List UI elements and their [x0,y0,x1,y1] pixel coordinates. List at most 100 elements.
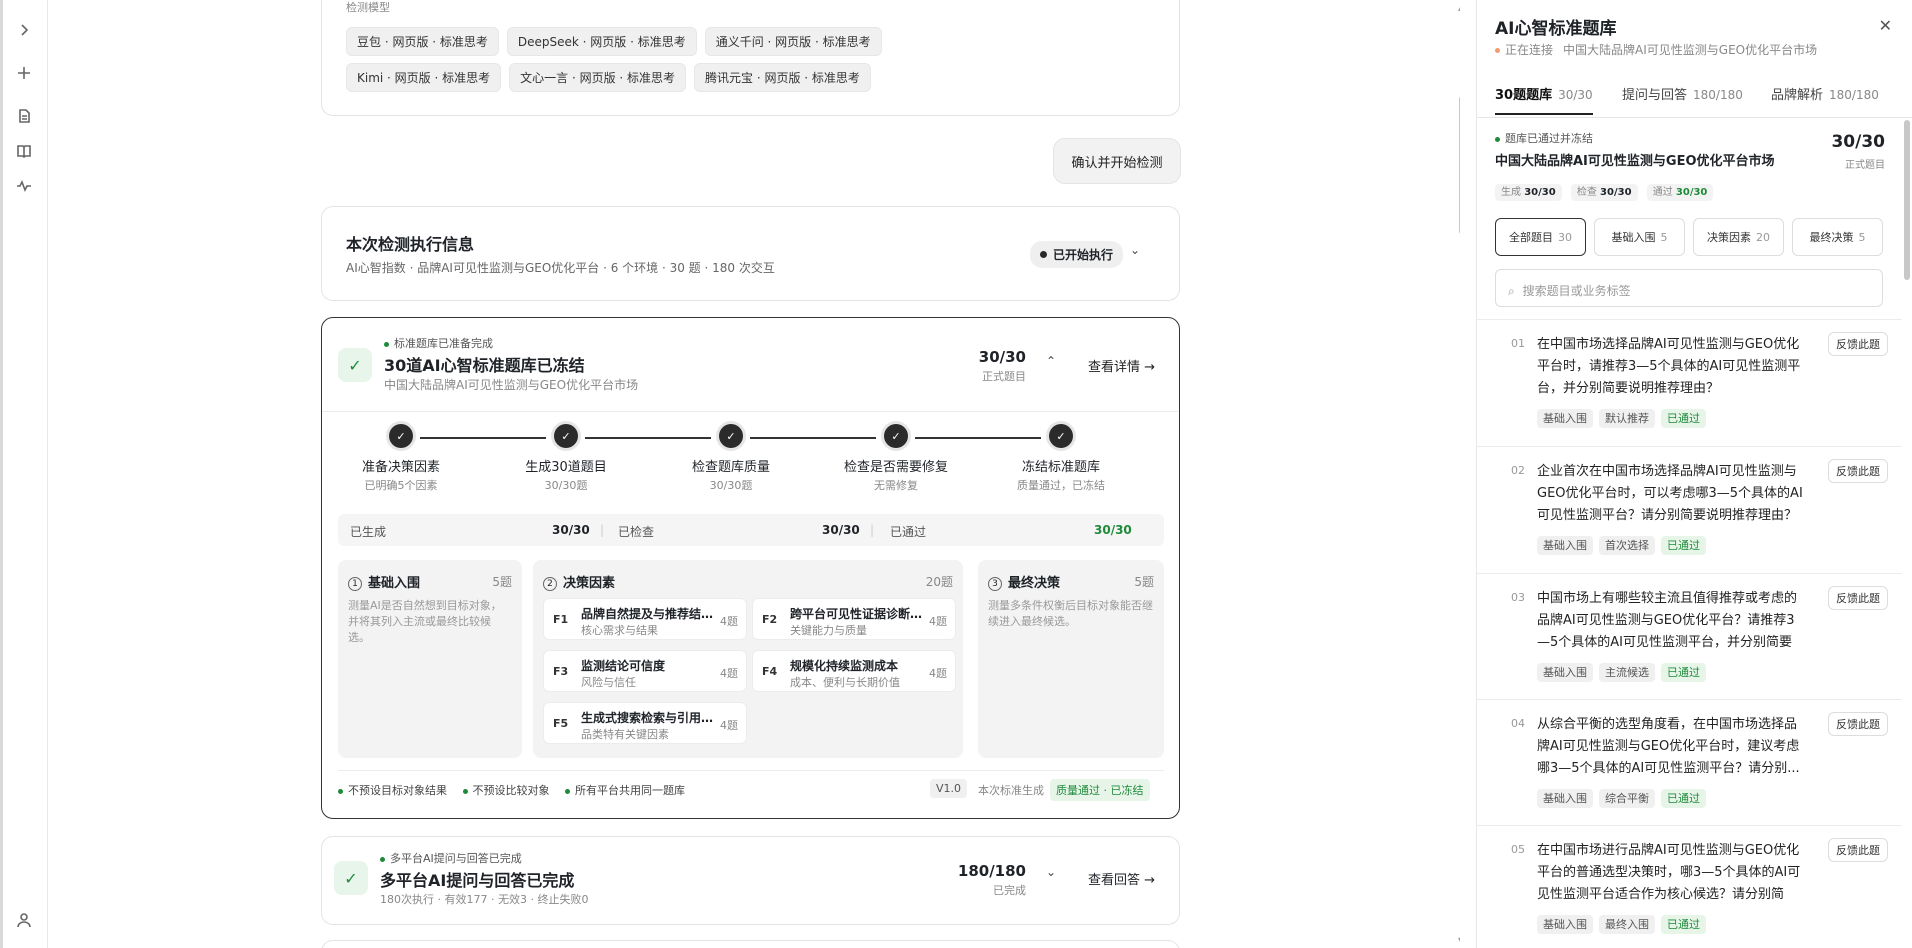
panel-desc: 测量多条件权衡后目标对象能否继续进入最终候选。 [988,599,1153,628]
close-icon[interactable]: ✕ [1879,16,1892,35]
feedback-button[interactable]: 反馈此题 [1828,712,1888,736]
step-sub: 质量通过，已冻结 [1017,479,1105,492]
search-icon: ⌕ [1508,284,1515,298]
model-card: 检测模型 豆包 · 网页版 · 标准思考 DeepSeek · 网页版 · 标准思… [321,0,1180,116]
panel-count: 20题 [925,575,953,589]
factor-f3[interactable]: F3 监测结论可信度 风险与信任 4题 [543,650,747,692]
question-tags: 基础入围 综合平衡 已通过 [1537,789,1712,808]
bank-title: 30道AI心智标准题库已冻结 [384,356,585,375]
step-check-icon: ✓ [389,424,413,448]
tab-question-bank[interactable]: 30题题库 30/30 [1495,84,1593,115]
step-prepare-factors: ✓ 准备决策因素 已明确5个因素 [326,424,476,493]
footer-note: 所有平台共用同一题库 [565,784,685,797]
book-icon[interactable] [14,141,34,161]
panel-decision-factors: 2 决策因素 20题 F1 品牌自然提及与推荐结… 核心需求与结果 4题 F2 跨平台可见… [533,560,963,758]
factor-f1[interactable]: F1 品牌自然提及与推荐结… 核心需求与结果 4题 [543,598,747,640]
question-text: 在中国市场选择品牌AI可见性监测与GEO优化平台时，请推荐3—5个具体的AI可见… [1537,337,1801,396]
factor-f2[interactable]: F2 跨平台可见性证据诊断… 关键能力与质量 4题 [752,598,956,640]
feedback-button[interactable]: 反馈此题 [1828,586,1888,610]
stat-label: 已检查 [618,525,655,539]
factor-f4[interactable]: F4 规模化持续监测成本 成本、便利与长期价值 4题 [752,650,956,692]
model-chip[interactable]: 腾讯元宝 · 网页版 · 标准思考 [694,63,871,92]
feedback-button[interactable]: 反馈此题 [1828,332,1888,356]
feedback-button[interactable]: 反馈此题 [1828,838,1888,862]
chevron-down-icon[interactable]: ⌄ [1130,243,1140,257]
summary-count-label: 正式题目 [1845,160,1885,171]
next-card [321,940,1180,948]
qa-count: 180/180 [957,862,1026,880]
chevron-down-icon[interactable]: ⌄ [1046,865,1056,879]
view-details-link[interactable]: 查看详情 → [1088,356,1155,375]
bank-status: 标准题库已准备完成 [384,335,493,351]
panel-desc: 测量AI是否自然想到目标对象，并将其列入主流或最终比较候选。 [348,599,502,644]
running-status-text: 已开始执行 [1053,248,1114,262]
scroll-up-arrow[interactable]: ▲ [1458,3,1460,12]
question-number: 02 [1511,464,1525,477]
panel-scrollbar-thumb[interactable] [1904,120,1910,280]
question-item: 01 在中国市场选择品牌AI可见性监测与GEO优化平台时，请推荐3—5个具体的A… [1477,320,1902,447]
exec-subtitle: AI心智指数 · 品牌AI可见性监测与GEO优化平台 · 6 个环境 · 30 … [346,261,775,275]
panel-title: 1 基础入围 [348,572,420,591]
factor-f5[interactable]: F5 生成式搜索检索与引用… 品类特有关键因素 4题 [543,702,747,744]
scroll-down-arrow[interactable]: ▼ [1458,936,1460,945]
step-title: 检查是否需要修复 [843,460,948,475]
step-check-repair: ✓ 检查是否需要修复 无需修复 [821,424,971,493]
tab-brand-analysis[interactable]: 品牌解析 180/180 [1771,84,1879,113]
step-check-icon: ✓ [884,424,908,448]
generation-label: 本次标准生成 [978,784,1044,797]
view-answers-link[interactable]: 查看回答 → [1088,869,1155,888]
summary-metrics: 生成 30/30 检查 30/30 通过 30/30 [1495,183,1885,201]
qa-card: ✓ 多平台AI提问与回答已完成 多平台AI提问与回答已完成 180次执行 · 有… [321,836,1180,925]
question-text: 中国市场上有哪些较主流且值得推荐或考虑的品牌AI可见性监测与GEO优化平台？请推… [1537,591,1798,650]
search-input[interactable]: ⌕ 搜索题目或业务标签 [1495,269,1883,307]
bank-footer: 不预设目标对象结果 不预设比较对象 所有平台共用同一题库 V1.0 本次标准生成… [338,779,1164,801]
question-number: 01 [1511,337,1525,350]
main-scrollbar-thumb[interactable] [1459,95,1460,235]
plus-icon[interactable] [14,63,34,83]
model-chip-row-1: 豆包 · 网页版 · 标准思考 DeepSeek · 网页版 · 标准思考 通义千问… [346,27,1146,64]
bank-subtitle: 中国大陆品牌AI可见性监测与GEO优化平台市场 [384,378,639,392]
filter-final[interactable]: 最终决策 5 [1792,218,1883,256]
document-icon[interactable] [14,106,34,126]
model-chip[interactable]: DeepSeek · 网页版 · 标准思考 [506,27,697,56]
user-icon[interactable] [14,910,34,930]
qa-title: 多平台AI提问与回答已完成 [380,871,575,890]
step-sub: 已明确5个因素 [364,479,438,492]
filter-decision[interactable]: 决策因素 20 [1693,218,1784,256]
exec-info-card[interactable]: 本次检测执行信息 AI心智指数 · 品牌AI可见性监测与GEO优化平台 · 6 … [321,206,1180,301]
step-check-icon: ✓ [1049,424,1073,448]
panel-count: 5题 [1134,575,1154,589]
panel-title: AI心智标准题库 [1495,19,1617,39]
filter-basic[interactable]: 基础入围 5 [1594,218,1685,256]
question-bank-panel: AI心智标准题库 ✕ 正在连接 中国大陆品牌AI可见性监测与GEO优化平台市场 3… [1476,0,1912,948]
stat-value: 30/30 [822,523,860,537]
search-placeholder: 搜索题目或业务标签 [1522,284,1631,298]
step-sub: 30/30题 [544,479,588,492]
model-chip[interactable]: 豆包 · 网页版 · 标准思考 [346,27,499,56]
tab-qa[interactable]: 提问与回答 180/180 [1622,84,1743,113]
exec-title: 本次检测执行信息 [346,235,475,254]
question-tags: 基础入围 最终入围 已通过 [1537,915,1712,934]
summary-title: 中国大陆品牌AI可见性监测与GEO优化平台市场 [1495,154,1775,169]
question-item: 05 在中国市场进行品牌AI可见性监测与GEO优化平台的普通选型决策时，哪3—5… [1477,826,1902,948]
stat-sep: | [870,523,875,537]
confirm-start-button[interactable]: 确认并开始检测 [1053,138,1181,184]
model-chip[interactable]: 文心一言 · 网页版 · 标准思考 [509,63,687,92]
panel-final-decision: 3 最终决策 5题 测量多条件权衡后目标对象能否继续进入最终候选。 [978,560,1164,758]
panel-count: 5题 [492,575,512,589]
model-chip[interactable]: 通义千问 · 网页版 · 标准思考 [704,27,882,56]
model-chip[interactable]: Kimi · 网页版 · 标准思考 [346,63,502,92]
question-text: 企业首次在中国市场选择品牌AI可见性监测与GEO优化平台时，可以考虑哪3—5个具… [1537,464,1803,523]
version-tag: V1.0 [930,779,968,798]
chevron-up-icon[interactable]: ⌃ [1046,354,1056,368]
question-text: 在中国市场进行品牌AI可见性监测与GEO优化平台的普通选型决策时，哪3—5个具体… [1537,843,1801,902]
filter-all[interactable]: 全部题目 30 [1495,218,1586,256]
expand-chevron-icon[interactable] [14,20,34,40]
question-tags: 基础入围 默认推荐 已通过 [1537,409,1712,428]
stat-label: 已生成 [350,525,387,539]
qa-count-label: 已完成 [993,884,1026,897]
question-item: 02 企业首次在中国市场选择品牌AI可见性监测与GEO优化平台时，可以考虑哪3—… [1477,447,1902,574]
feedback-button[interactable]: 反馈此题 [1828,459,1888,483]
activity-icon[interactable] [14,176,34,196]
divider [322,411,1178,412]
